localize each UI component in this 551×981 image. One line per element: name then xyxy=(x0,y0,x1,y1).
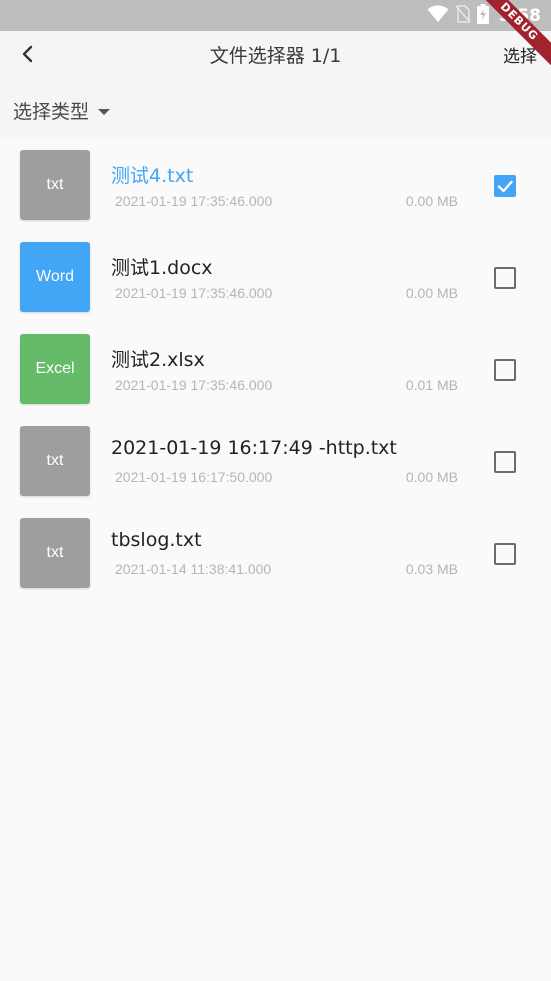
file-size: 0.01 MB xyxy=(405,377,458,393)
chevron-left-icon xyxy=(20,44,34,68)
file-row[interactable]: txt tbslog.txt 2021-01-14 11:38:41.000 0… xyxy=(0,507,551,599)
file-row[interactable]: Excel 测试2.xlsx 2021-01-19 17:35:46.000 0… xyxy=(0,323,551,415)
file-type-text: Excel xyxy=(35,360,75,377)
file-date: 2021-01-19 17:35:46.000 xyxy=(115,377,273,393)
file-checkbox[interactable] xyxy=(494,451,516,473)
word-file-icon: Word xyxy=(20,242,90,312)
back-button[interactable] xyxy=(10,41,44,71)
no-sim-icon xyxy=(455,5,471,27)
file-name: tbslog.txt xyxy=(111,529,202,551)
file-size: 0.00 MB xyxy=(405,193,458,209)
file-name: 测试2.xlsx xyxy=(111,349,205,371)
file-row[interactable]: txt 测试4.txt 2021-01-19 17:35:46.000 0.00… xyxy=(0,139,551,231)
file-list: txt 测试4.txt 2021-01-19 17:35:46.000 0.00… xyxy=(0,139,551,599)
file-type-text: txt xyxy=(46,176,64,193)
file-date: 2021-01-19 16:17:50.000 xyxy=(115,469,273,485)
file-row[interactable]: txt 2021-01-19 16:17:49 -http.txt 2021-0… xyxy=(0,415,551,507)
file-date: 2021-01-19 17:35:46.000 xyxy=(115,193,273,209)
txt-file-icon: txt xyxy=(20,518,90,588)
file-type-dropdown[interactable]: 选择类型 xyxy=(13,81,111,139)
file-date: 2021-01-19 17:35:46.000 xyxy=(115,285,273,301)
file-name: 测试4.txt xyxy=(111,165,194,187)
file-checkbox[interactable] xyxy=(494,267,516,289)
file-size: 0.00 MB xyxy=(405,469,458,485)
excel-file-icon: Excel xyxy=(20,334,90,404)
check-icon xyxy=(497,180,513,193)
file-size: 0.00 MB xyxy=(405,285,458,301)
file-name: 测试1.docx xyxy=(111,257,213,279)
file-size: 0.03 MB xyxy=(405,561,458,577)
wifi-icon xyxy=(427,5,449,27)
file-checkbox[interactable] xyxy=(494,175,516,197)
txt-file-icon: txt xyxy=(20,150,90,220)
file-name: 2021-01-19 16:17:49 -http.txt xyxy=(111,437,397,459)
filter-bar: 选择类型 xyxy=(0,81,551,139)
app-bar: 文件选择器 1/1 选择 xyxy=(0,31,551,81)
file-type-text: Word xyxy=(36,268,74,285)
file-checkbox[interactable] xyxy=(494,359,516,381)
txt-file-icon: txt xyxy=(20,426,90,496)
file-row[interactable]: Word 测试1.docx 2021-01-19 17:35:46.000 0.… xyxy=(0,231,551,323)
file-type-text: txt xyxy=(46,452,64,469)
file-type-label: 选择类型 xyxy=(13,100,90,123)
battery-charging-icon xyxy=(476,4,489,28)
file-date: 2021-01-14 11:38:41.000 xyxy=(115,561,272,577)
file-type-text: txt xyxy=(46,544,64,561)
caret-down-icon xyxy=(97,101,111,120)
status-bar: 5:58 xyxy=(0,0,551,31)
file-checkbox[interactable] xyxy=(494,543,516,565)
page-title: 文件选择器 1/1 xyxy=(209,45,342,67)
